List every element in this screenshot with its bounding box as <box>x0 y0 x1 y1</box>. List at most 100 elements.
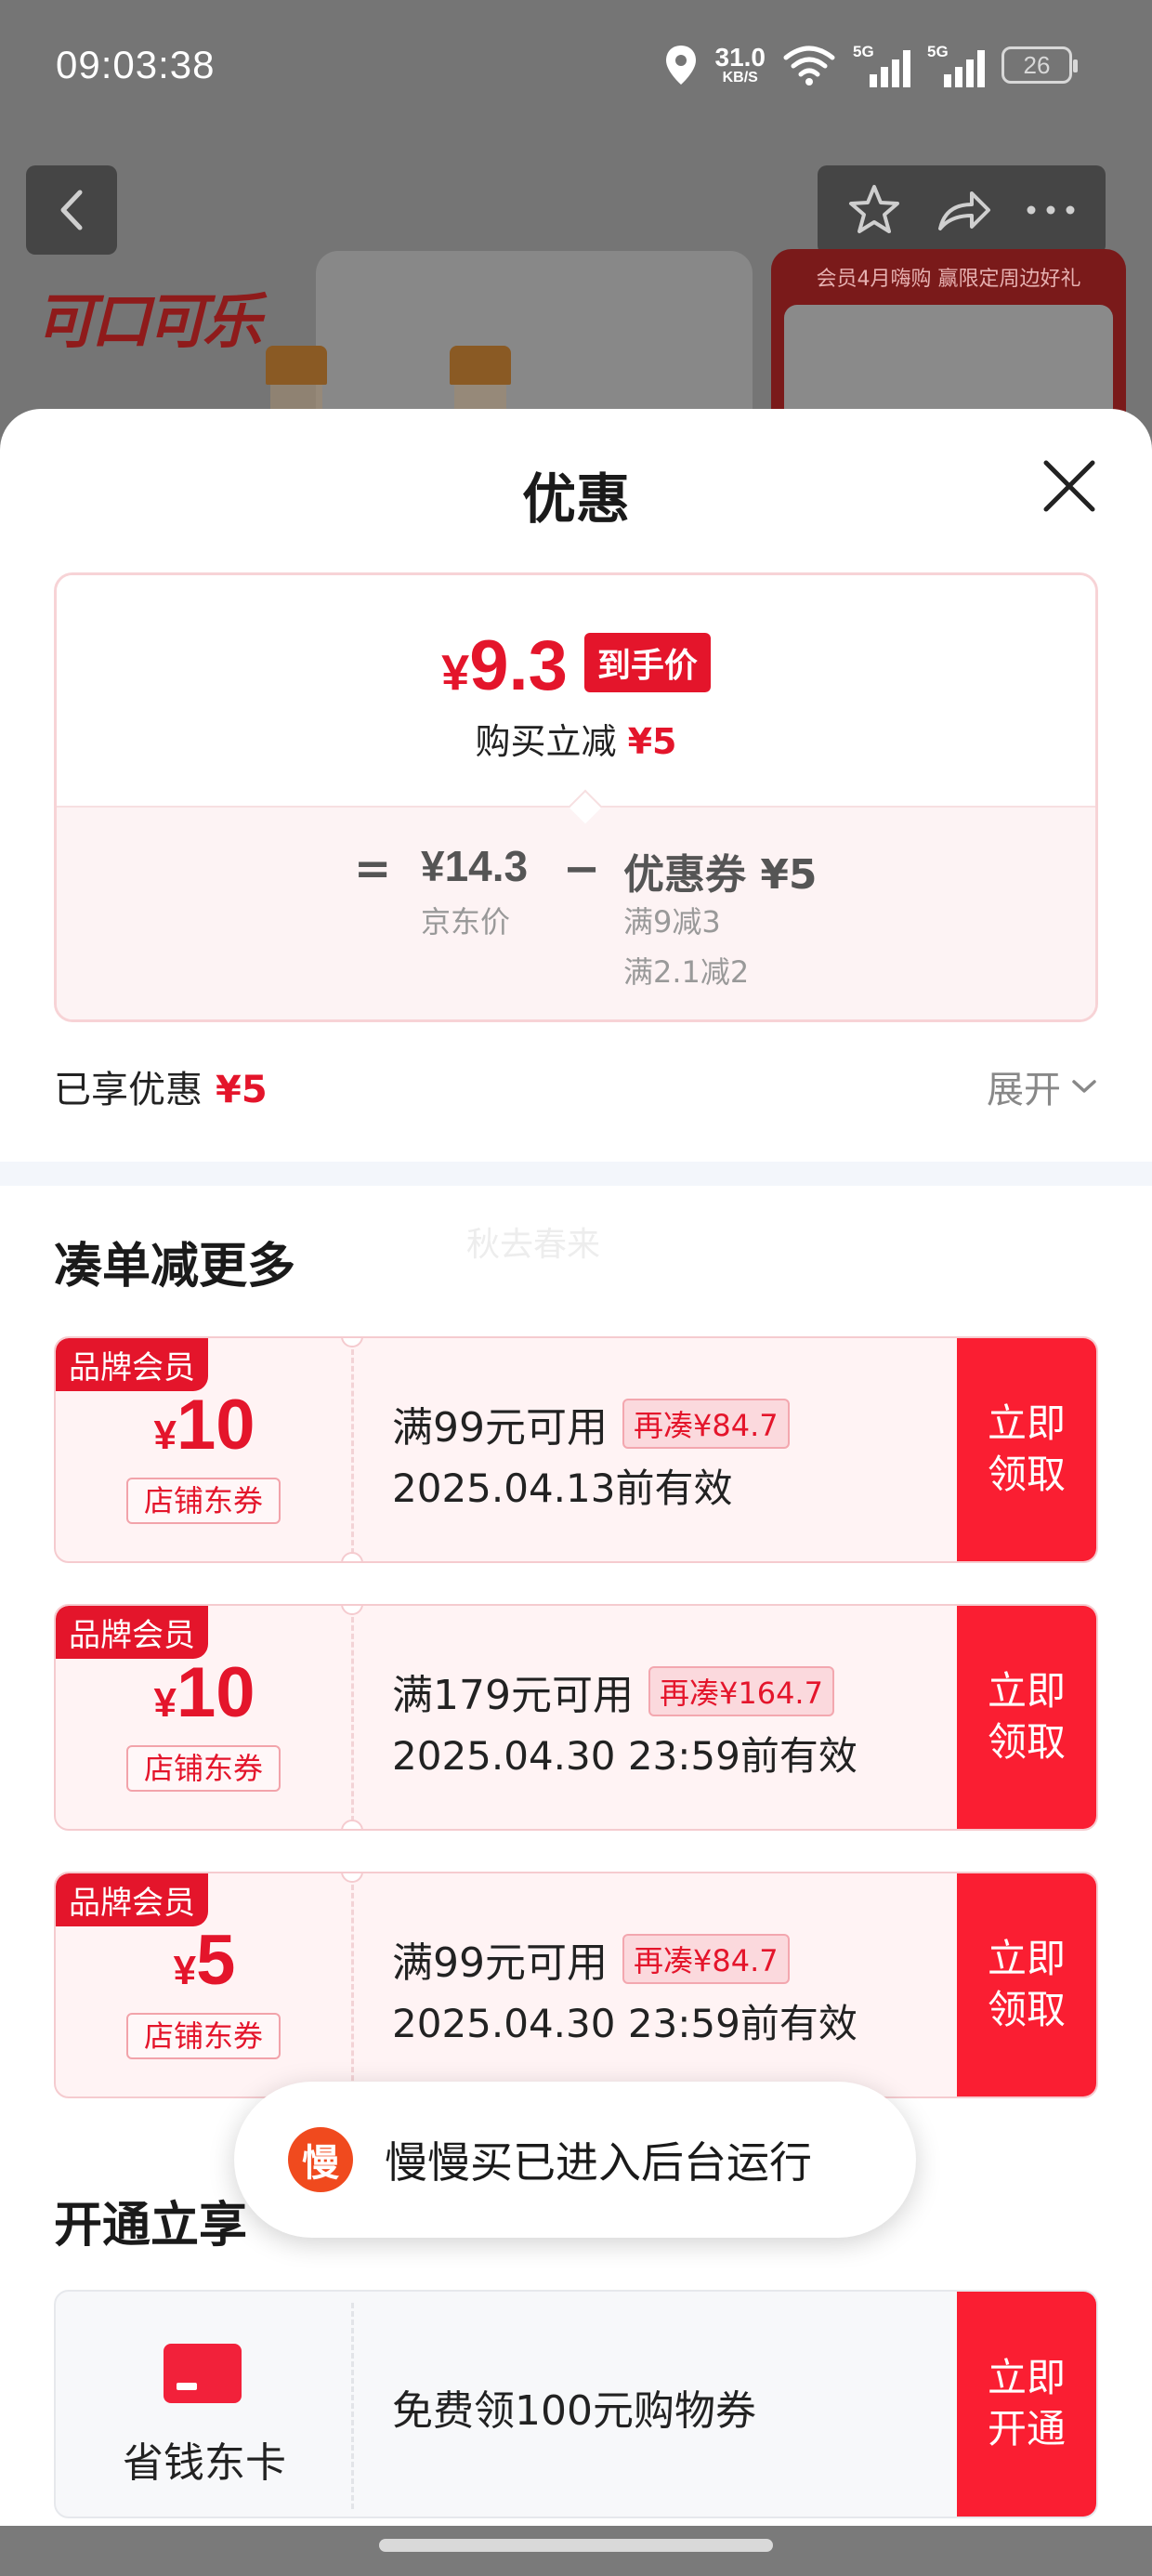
chevron-left-icon <box>60 190 83 230</box>
coupon-card: 品牌会员 ¥10 店铺东券 满99元可用 再凑¥84.7 2025.04.13前… <box>54 1336 1098 1563</box>
expand-button[interactable]: 展开 <box>987 1059 1098 1113</box>
claim-button-line2: 领取 <box>987 1987 1066 2032</box>
coupon-condition-row: 满99元可用 再凑¥84.7 <box>392 1394 790 1453</box>
coupon-condition-row: 满179元可用 再凑¥164.7 <box>392 1662 834 1721</box>
status-bar: 09:03:38 31.0 KB/S 5G 5G 26 <box>0 0 1152 139</box>
coupon-amount-value: 5 <box>196 1921 236 2000</box>
coupon-condition-row: 满99元可用 再凑¥84.7 <box>392 1929 790 1989</box>
back-button[interactable] <box>26 165 117 255</box>
section-title-more: 凑单减更多 <box>54 1239 296 1295</box>
coupon-rule: 满9减3 <box>623 904 721 940</box>
final-price-symbol: ¥ <box>441 645 470 701</box>
app-icon: 慢 <box>288 2127 353 2192</box>
brand-logo: 可口可乐 <box>35 287 262 357</box>
watermark: 秋去春来 <box>466 1226 601 1264</box>
coupon-amount: ¥10 <box>56 1652 353 1733</box>
section-title-open: 开通立享 <box>54 2198 248 2254</box>
final-price-row: ¥9.3 到手价 <box>57 631 1095 702</box>
coupon-validity: 2025.04.30 23:59前有效 <box>392 1733 857 1779</box>
coupon-card: 品牌会员 ¥10 店铺东券 满179元可用 再凑¥164.7 2025.04.3… <box>54 1604 1098 1831</box>
close-button[interactable] <box>1037 453 1102 519</box>
coupon-discount: 优惠券 ¥5 <box>623 851 818 899</box>
background-run-toast: 慢 慢慢买已进入后台运行 <box>234 2082 916 2238</box>
coupon-type: 店铺东券 <box>126 2013 281 2059</box>
battery-icon: 26 <box>1001 46 1078 84</box>
jd-price: ¥14.3 <box>421 842 529 890</box>
coupon-amount: ¥5 <box>56 1920 353 2001</box>
toast-message: 慢慢买已进入后台运行 <box>385 2137 812 2188</box>
coupon-amount-value: 10 <box>176 1653 255 1732</box>
minus-sign: − <box>563 843 601 895</box>
coupon-left: 品牌会员 ¥5 店铺东券 <box>56 1873 353 2096</box>
claim-button-line1: 立即 <box>987 1668 1066 1715</box>
coupon-divider <box>351 1885 354 2089</box>
price-summary-card: ¥9.3 到手价 购买立减 ¥5 = ¥14.3 京东价 − 优惠券 ¥5 满9减… <box>54 572 1098 1022</box>
claim-coupon-button[interactable]: 立即 领取 <box>957 1606 1096 1829</box>
price-breakdown: = ¥14.3 京东价 − 优惠券 ¥5 满9减3 满2.1减2 <box>57 806 1095 1019</box>
price-summary-top: ¥9.3 到手价 购买立减 ¥5 <box>57 575 1095 806</box>
claim-coupon-button[interactable]: 立即 领取 <box>957 1873 1096 2096</box>
coupon-notch <box>341 1552 363 1561</box>
savings-card-description: 免费领100元购物券 <box>392 2387 756 2435</box>
coupon-left: 品牌会员 ¥10 店铺东券 <box>56 1338 353 1561</box>
product-page-backdrop: 09:03:38 31.0 KB/S 5G 5G 26 可口可乐 会员4月嗨购 … <box>0 0 1152 437</box>
coupon-amount-symbol: ¥ <box>153 1413 177 1458</box>
coupon-gap-badge: 再凑¥84.7 <box>622 1399 790 1449</box>
network-speed-unit: KB/S <box>722 70 758 85</box>
coupon-amount-symbol: ¥ <box>173 1948 197 1993</box>
enjoyed-discount-label: 已享优惠 <box>54 1069 203 1111</box>
system-nav-bar <box>0 2526 1152 2576</box>
open-card-button[interactable]: 立即 开通 <box>957 2292 1096 2517</box>
instant-reduce-amount: ¥5 <box>627 721 677 762</box>
coupon-amount-symbol: ¥ <box>153 1680 177 1726</box>
home-indicator[interactable] <box>379 2539 773 2552</box>
share-icon[interactable] <box>935 186 992 234</box>
coupon-type: 店铺东券 <box>126 1745 281 1792</box>
wifi-icon <box>783 46 835 85</box>
claim-button-line1: 立即 <box>987 1400 1066 1447</box>
coupon-notch <box>341 1820 363 1829</box>
more-icon[interactable] <box>1025 204 1077 217</box>
open-button-line2: 开通 <box>987 2406 1066 2451</box>
savings-card-name: 省钱东卡 <box>123 2439 286 2487</box>
discount-sheet: 优惠 ¥9.3 到手价 购买立减¥5 = ¥14.3 京东价 − 优惠券 ¥5 <box>0 409 1152 2576</box>
star-icon[interactable] <box>846 183 902 237</box>
coupon-validity: 2025.04.13前有效 <box>392 1465 733 1511</box>
final-price: ¥9.3 <box>441 631 568 702</box>
signal-sim1-icon: 5G <box>853 43 910 87</box>
instant-reduce-row: 购买立减 ¥5 <box>57 713 1095 764</box>
claim-button-line2: 领取 <box>987 1719 1066 1765</box>
claim-coupon-button[interactable]: 立即 领取 <box>957 1338 1096 1561</box>
section-divider <box>0 1162 1152 1186</box>
savings-card-offer: 省钱东卡 免费领100元购物券 立即 开通 <box>54 2290 1098 2518</box>
status-icons: 31.0 KB/S 5G 5G 26 <box>663 37 1078 93</box>
equals-sign: = <box>354 843 392 895</box>
coupon-condition: 满99元可用 <box>392 1404 608 1452</box>
brand-member-tag: 品牌会员 <box>56 1606 208 1659</box>
jd-price-label: 京东价 <box>421 904 511 940</box>
close-icon <box>1043 460 1095 512</box>
brand-member-tag: 品牌会员 <box>56 1338 208 1391</box>
coupon-card: 品牌会员 ¥5 店铺东券 满99元可用 再凑¥84.7 2025.04.30 2… <box>54 1872 1098 2098</box>
product-actions <box>818 165 1106 255</box>
coupon-gap-badge: 再凑¥84.7 <box>622 1934 790 1984</box>
coupon-amount: ¥10 <box>56 1385 353 1465</box>
price-formula: = ¥14.3 京东价 − 优惠券 ¥5 满9减3 满2.1减2 <box>57 828 1095 1014</box>
coupon-condition: 满99元可用 <box>392 1939 608 1987</box>
coupon-divider <box>351 1617 354 1821</box>
coupon-type: 店铺东券 <box>126 1478 281 1524</box>
coupon-condition: 满179元可用 <box>392 1672 634 1719</box>
coupon-divider <box>351 1349 354 1554</box>
expand-label: 展开 <box>987 1069 1061 1111</box>
status-time: 09:03:38 <box>56 43 216 86</box>
enjoyed-discount-amount: ¥5 <box>216 1069 268 1111</box>
coupon-validity: 2025.04.30 23:59前有效 <box>392 2001 857 2046</box>
signal-sim2-icon: 5G <box>927 43 985 87</box>
location-icon <box>665 46 696 85</box>
claim-button-line2: 领取 <box>987 1452 1066 1497</box>
chevron-down-icon <box>1072 1080 1096 1093</box>
promo-title: 会员4月嗨购 赢限定周边好礼 <box>816 268 1081 291</box>
card-icon <box>164 2344 242 2403</box>
coupon-rule: 满2.1减2 <box>623 954 750 990</box>
claim-button-line1: 立即 <box>987 1936 1066 1982</box>
